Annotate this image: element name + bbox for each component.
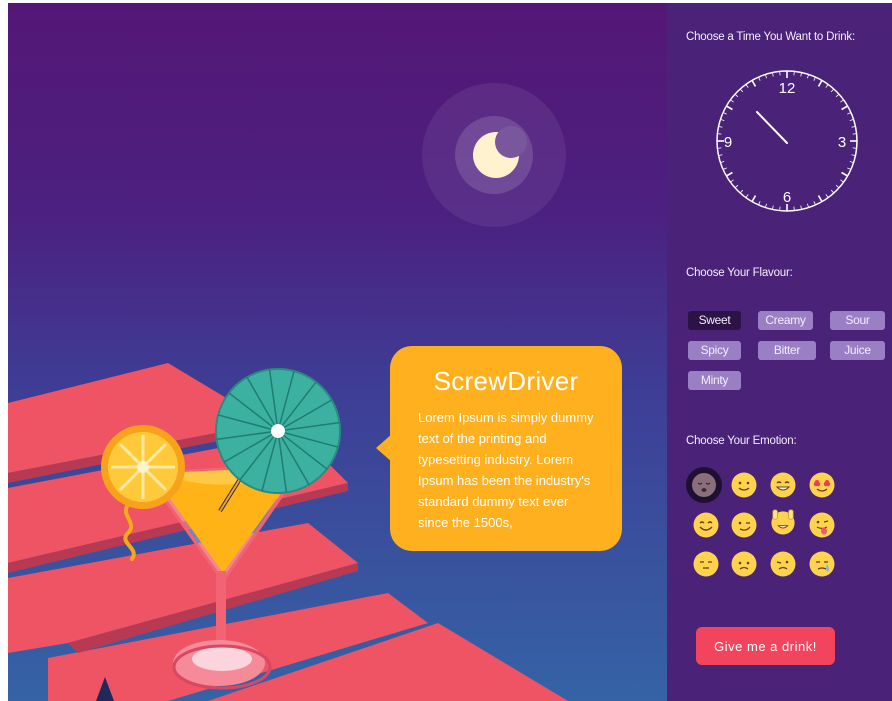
clock-tick (739, 189, 744, 194)
clock-number-6: 6 (783, 189, 791, 206)
clock-tick (841, 171, 849, 177)
clock-tick (745, 194, 749, 198)
happy-face-icon[interactable] (693, 512, 719, 538)
time-section-label: Choose a Time You Want to Drink: (686, 31, 855, 43)
clock-time-picker[interactable]: 12 3 6 9 (715, 69, 859, 213)
flavour-chip-creamy[interactable]: Creamy (758, 311, 813, 330)
sad-face-icon[interactable] (731, 551, 757, 577)
grinning-face-icon[interactable] (770, 472, 796, 498)
flavour-chip-sweet[interactable]: Sweet (688, 311, 741, 330)
clock-tick (825, 84, 829, 88)
clock-tick (840, 179, 844, 183)
clock-tick (830, 88, 835, 93)
clock-tick (813, 201, 816, 206)
heart-eyes-face-icon[interactable] (809, 472, 835, 498)
neutral-face-icon[interactable] (693, 551, 719, 577)
clock-tick (817, 79, 823, 87)
smiling-face-icon[interactable] (731, 472, 757, 498)
clock-tick (722, 167, 727, 170)
clock-tick (730, 179, 734, 183)
moon-icon (422, 83, 566, 227)
clock-tick (758, 76, 761, 81)
hands-raised-face-icon[interactable] (770, 509, 796, 535)
clock-tick (841, 105, 849, 111)
clock-tick (751, 195, 757, 203)
flavour-chip-spicy[interactable]: Spicy (688, 341, 741, 360)
illustration-scene: ScrewDriver Lorem Ipsum is simply dummy … (8, 3, 667, 701)
drink-info-bubble: ScrewDriver Lorem Ipsum is simply dummy … (376, 346, 622, 551)
clock-tick (813, 76, 816, 81)
flavour-chip-bitter[interactable]: Bitter (758, 341, 816, 360)
clock-number-12: 12 (779, 80, 796, 97)
emotion-section-label: Choose Your Emotion: (686, 435, 797, 447)
clock-tick (847, 167, 852, 170)
clock-hand[interactable] (756, 111, 788, 144)
clock-tick (734, 93, 739, 98)
crying-face-icon[interactable] (809, 551, 835, 577)
tongue-out-face-icon[interactable] (809, 512, 835, 538)
clock-tick (817, 195, 823, 203)
clock-tick (730, 99, 734, 103)
clock-number-9: 9 (724, 134, 732, 151)
flavour-chip-juice[interactable]: Juice (830, 341, 885, 360)
clock-tick (840, 99, 844, 103)
clock-tick (739, 88, 744, 93)
flavour-chip-minty[interactable]: Minty (688, 371, 741, 390)
clock-tick (825, 194, 829, 198)
flavour-chip-sour[interactable]: Sour (830, 311, 885, 330)
drink-title: ScrewDriver (433, 366, 579, 396)
winking-face-icon[interactable] (770, 551, 796, 577)
sleepy-face-icon[interactable] (686, 467, 722, 503)
clock-number-3: 3 (838, 134, 846, 151)
orange-slice-icon (101, 425, 185, 509)
bubble-tail (376, 434, 392, 462)
clock-tick (725, 105, 733, 111)
clock-tick (745, 84, 749, 88)
clock-tick (847, 112, 852, 115)
clock-tick (722, 112, 727, 115)
give-me-a-drink-button[interactable]: Give me a drink! (696, 627, 835, 665)
flavour-section-label: Choose Your Flavour: (686, 267, 793, 279)
drink-description: Lorem Ipsum is simply dummy text of the … (418, 410, 594, 530)
clock-tick (758, 201, 761, 206)
smirking-face-icon[interactable] (731, 512, 757, 538)
clock-tick (835, 93, 840, 98)
clock-tick (751, 79, 757, 87)
drink-options-panel: Choose a Time You Want to Drink: 12 3 6 … (667, 3, 892, 701)
clock-tick (830, 189, 835, 194)
clock-tick (835, 184, 840, 189)
clock-tick (734, 184, 739, 189)
clock-tick (725, 171, 733, 177)
